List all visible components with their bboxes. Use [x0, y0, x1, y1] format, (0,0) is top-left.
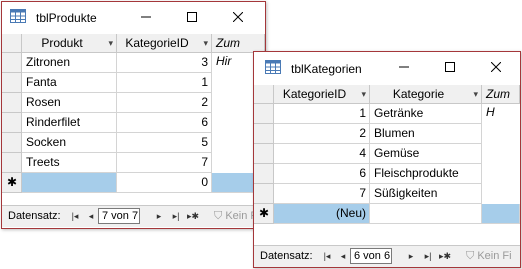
new-record-button[interactable]: ▸✱: [186, 209, 200, 223]
row-selector[interactable]: [2, 113, 22, 133]
new-cell-produkt[interactable]: [22, 173, 117, 193]
record-number-field[interactable]: 7 von 7: [98, 208, 140, 224]
maximize-icon: [445, 62, 455, 72]
new-cell-kategorieid[interactable]: 0: [117, 173, 212, 193]
column-header-add-field[interactable]: Zum H: [482, 85, 520, 119]
row-selector[interactable]: [2, 153, 22, 173]
maximize-button[interactable]: [427, 52, 473, 82]
row-selector[interactable]: [2, 53, 22, 73]
cell-kategorieid[interactable]: 2: [117, 93, 212, 113]
title-bar[interactable]: tblKategorien: [254, 52, 520, 82]
column-header-produkt[interactable]: Produkt ▾: [22, 34, 117, 53]
row-selector[interactable]: [2, 73, 22, 93]
cell-produkt[interactable]: Zitronen: [22, 53, 117, 73]
record-number-field[interactable]: 6 von 6: [350, 248, 392, 264]
row-selector[interactable]: [254, 104, 274, 124]
row-selector[interactable]: [254, 164, 274, 184]
maximize-icon: [187, 12, 197, 22]
record-label: Datensatz:: [260, 250, 313, 262]
first-record-button[interactable]: |◂: [320, 249, 334, 263]
cell-produkt[interactable]: Fanta: [22, 73, 117, 93]
dropdown-arrow-icon[interactable]: ▾: [108, 34, 113, 52]
new-row-selector[interactable]: ✱: [254, 204, 274, 224]
record-navigation-bar: Datensatz: |◂ ◂ 6 von 6 ▸ ▸| ▸✱ ⛉ Kein F…: [254, 245, 520, 267]
first-record-button[interactable]: |◂: [68, 209, 82, 223]
new-cell-add-field[interactable]: [482, 204, 520, 224]
cell-kategorieid[interactable]: 3: [117, 53, 212, 73]
previous-record-button[interactable]: ◂: [84, 209, 98, 223]
cell-kategorieid[interactable]: 1: [117, 73, 212, 93]
cell-kategorie[interactable]: Fleischprodukte: [370, 164, 482, 184]
record-label: Datensatz:: [8, 210, 61, 222]
window-title: tblProdukte: [36, 11, 97, 25]
new-cell-kategorie[interactable]: [370, 204, 482, 224]
cell-produkt[interactable]: Rinderfilet: [22, 113, 117, 133]
cell-kategorieid[interactable]: 2: [274, 124, 370, 144]
select-all-corner[interactable]: [2, 34, 22, 53]
new-record-icon: ✱: [6, 175, 18, 189]
cell-kategorieid[interactable]: 5: [117, 133, 212, 153]
cell-kategorie[interactable]: Getränke: [370, 104, 482, 124]
last-record-button[interactable]: ▸|: [421, 249, 435, 263]
close-button[interactable]: [215, 2, 261, 32]
new-cell-kategorieid[interactable]: (Neu): [274, 204, 370, 224]
next-record-button[interactable]: ▸: [404, 249, 418, 263]
dropdown-arrow-icon[interactable]: ▾: [361, 85, 366, 103]
filter-status[interactable]: ⛉ Kein F: [214, 210, 257, 223]
close-icon: [491, 62, 501, 72]
last-record-button[interactable]: ▸|: [169, 209, 183, 223]
dropdown-arrow-icon[interactable]: ▾: [473, 85, 478, 103]
cell-kategorieid[interactable]: 6: [274, 164, 370, 184]
filter-icon: ⛉: [214, 210, 223, 222]
dropdown-arrow-icon[interactable]: ▾: [203, 34, 208, 52]
table-icon: [265, 60, 281, 74]
title-bar[interactable]: tblProdukte: [2, 2, 265, 32]
new-record-icon: ✱: [258, 206, 270, 220]
tblkategorien-window: tblKategorien KategorieID ▾ Kategorie ▾ Zu…: [253, 51, 521, 268]
cell-produkt[interactable]: Socken: [22, 133, 117, 153]
cell-kategorieid[interactable]: 6: [117, 113, 212, 133]
minimize-button[interactable]: [381, 52, 427, 82]
row-selector[interactable]: [254, 124, 274, 144]
row-selector[interactable]: [254, 144, 274, 164]
cell-kategorie[interactable]: Blumen: [370, 124, 482, 144]
filter-icon: ⛉: [466, 250, 475, 262]
row-selector[interactable]: [2, 93, 22, 113]
minimize-button[interactable]: [123, 2, 169, 32]
column-header-kategorieid[interactable]: KategorieID ▾: [117, 34, 212, 53]
select-all-corner[interactable]: [254, 85, 274, 104]
minimize-icon: [141, 16, 151, 18]
previous-record-button[interactable]: ◂: [336, 249, 350, 263]
new-record-button[interactable]: ▸✱: [438, 249, 452, 263]
column-header-kategorie[interactable]: Kategorie ▾: [370, 85, 482, 104]
tblprodukte-window: tblProdukte Produkt ▾ KategorieID ▾ Zum Hi…: [1, 1, 266, 229]
filter-status[interactable]: ⛉ Kein Fi: [466, 250, 512, 263]
cell-produkt[interactable]: Treets: [22, 153, 117, 173]
cell-kategorie[interactable]: Gemüse: [370, 144, 482, 164]
cell-produkt[interactable]: Rosen: [22, 93, 117, 113]
row-selector[interactable]: [2, 133, 22, 153]
window-title: tblKategorien: [291, 62, 362, 76]
cell-kategorieid[interactable]: 7: [274, 184, 370, 204]
close-button[interactable]: [473, 52, 519, 82]
maximize-button[interactable]: [169, 2, 215, 32]
column-header-kategorieid[interactable]: KategorieID ▾: [274, 85, 370, 104]
record-navigation-bar: Datensatz: |◂ ◂ 7 von 7 ▸ ▸| ▸✱ ⛉ Kein F: [2, 205, 265, 227]
close-icon: [233, 12, 243, 22]
next-record-button[interactable]: ▸: [152, 209, 166, 223]
cell-kategorieid[interactable]: 4: [274, 144, 370, 164]
minimize-icon: [399, 66, 409, 68]
row-selector[interactable]: [254, 184, 274, 204]
cell-kategorieid[interactable]: 7: [117, 153, 212, 173]
new-row-selector[interactable]: ✱: [2, 173, 22, 193]
cell-kategorie[interactable]: Süßigkeiten: [370, 184, 482, 204]
table-icon: [10, 9, 26, 23]
cell-kategorieid[interactable]: 1: [274, 104, 370, 124]
